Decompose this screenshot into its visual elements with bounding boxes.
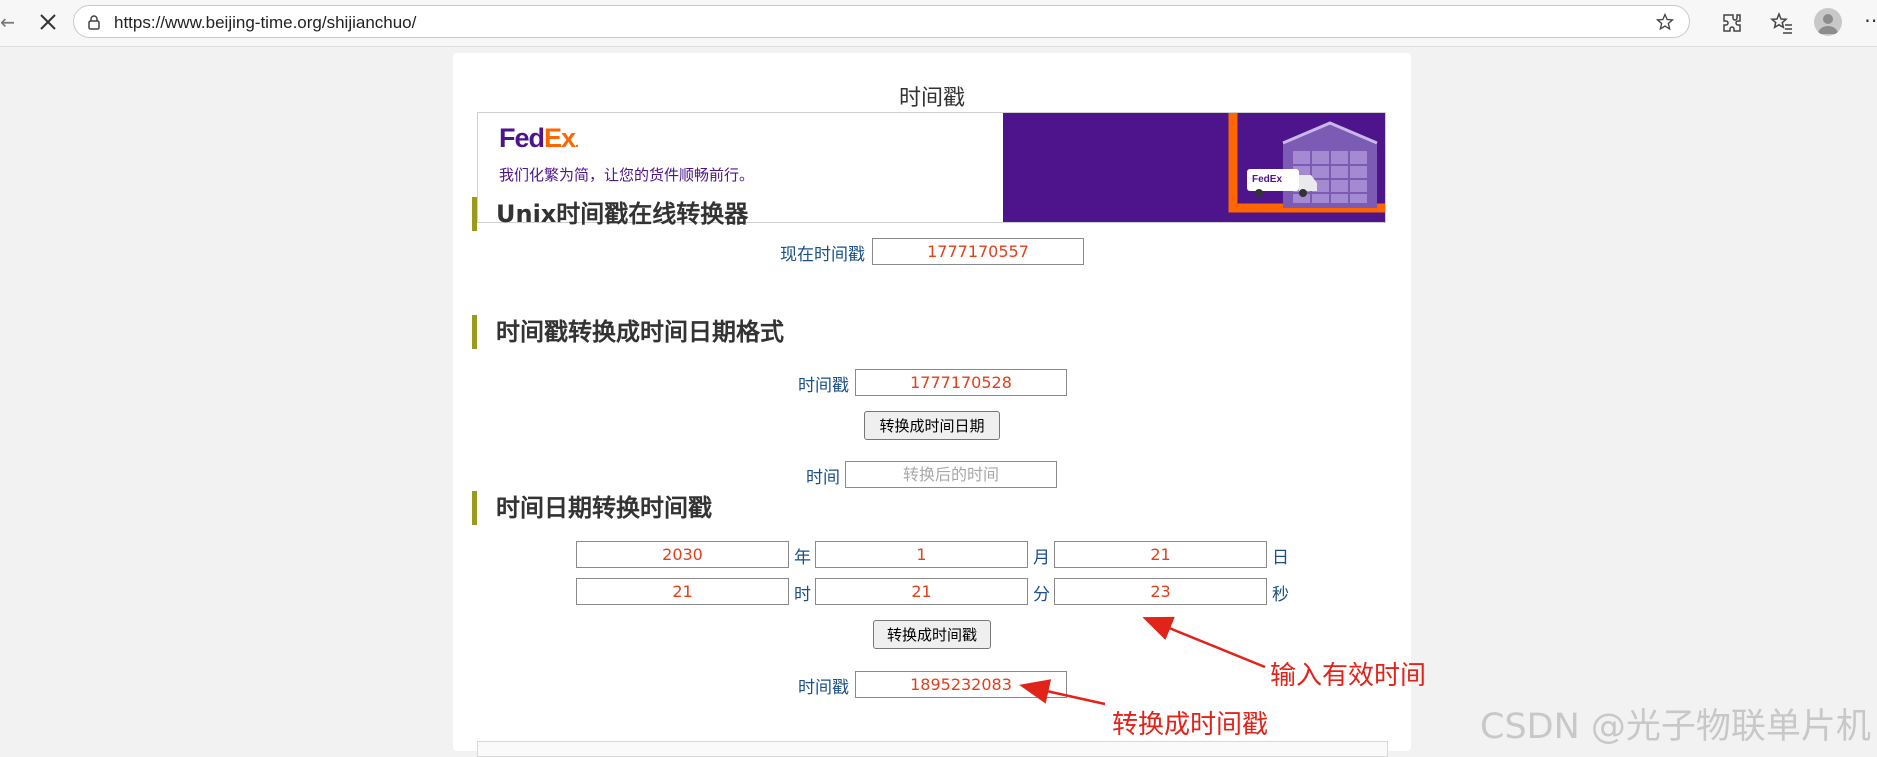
- timestamp-result-field[interactable]: [855, 671, 1067, 698]
- lock-icon[interactable]: [86, 14, 102, 30]
- favorite-star-icon[interactable]: [1655, 12, 1675, 32]
- more-menu-icon[interactable]: ⋯: [1864, 8, 1877, 32]
- date-result-label: 时间: [806, 468, 840, 488]
- year-field[interactable]: [576, 541, 789, 568]
- url-text[interactable]: https://www.beijing-time.org/shijianchuo…: [114, 13, 416, 33]
- hour-field[interactable]: [576, 578, 789, 605]
- current-timestamp-label: 现在时间戳: [780, 245, 865, 265]
- fedex-warehouse-illustration: FedEx: [1003, 113, 1385, 222]
- back-arrow-icon[interactable]: ←: [0, 10, 14, 34]
- address-bar[interactable]: https://www.beijing-time.org/shijianchuo…: [73, 5, 1690, 38]
- date-result-field[interactable]: [845, 461, 1057, 488]
- page-title: 时间戳: [898, 86, 965, 111]
- extensions-icon[interactable]: [1720, 11, 1744, 35]
- ad-tagline: 我们化繁为简，让您的货件顺畅前行。: [499, 166, 755, 184]
- year-unit-label: 年: [794, 548, 811, 568]
- minute-field[interactable]: [815, 578, 1028, 605]
- timestamp-input-field[interactable]: [855, 369, 1067, 396]
- annotation-input-valid-time: 输入有效时间: [1270, 661, 1427, 691]
- csdn-watermark: CSDN @光子物联单片机: [1480, 707, 1871, 747]
- favorites-list-icon[interactable]: [1770, 11, 1794, 35]
- van-logo: FedEx: [1252, 174, 1282, 185]
- next-section-box: [477, 741, 1388, 757]
- section-heading-to-date: 时间戳转换成时间日期格式: [472, 315, 784, 349]
- timestamp-input-label: 时间戳: [798, 376, 849, 396]
- convert-to-timestamp-button[interactable]: 转换成时间戳: [873, 620, 991, 649]
- second-unit-label: 秒: [1272, 585, 1289, 605]
- section-heading-unix: Unix时间戳在线转换器: [472, 197, 748, 231]
- month-unit-label: 月: [1033, 548, 1050, 568]
- page-card: 时间戳 FedEx. 我们化繁为简，让您的货件顺畅前行。 FedEx Unix时…: [453, 53, 1411, 757]
- section-heading-to-timestamp: 时间日期转换时间戳: [472, 491, 712, 525]
- timestamp-result-label: 时间戳: [798, 678, 849, 698]
- day-field[interactable]: [1054, 541, 1267, 568]
- browser-toolbar: ← https://www.beijing-time.org/shijianch…: [0, 0, 1877, 47]
- stop-loading-icon[interactable]: [36, 10, 60, 34]
- fedex-logo: FedEx.: [499, 123, 579, 153]
- current-timestamp-field[interactable]: [872, 238, 1084, 265]
- profile-avatar[interactable]: [1814, 8, 1842, 36]
- hour-unit-label: 时: [794, 585, 811, 605]
- minute-unit-label: 分: [1033, 585, 1050, 605]
- month-field[interactable]: [815, 541, 1028, 568]
- annotation-convert-to-timestamp: 转换成时间戳: [1112, 710, 1269, 740]
- second-field[interactable]: [1054, 578, 1267, 605]
- user-icon: [1818, 14, 1838, 34]
- day-unit-label: 日: [1272, 548, 1289, 568]
- convert-to-date-button[interactable]: 转换成时间日期: [864, 411, 1000, 440]
